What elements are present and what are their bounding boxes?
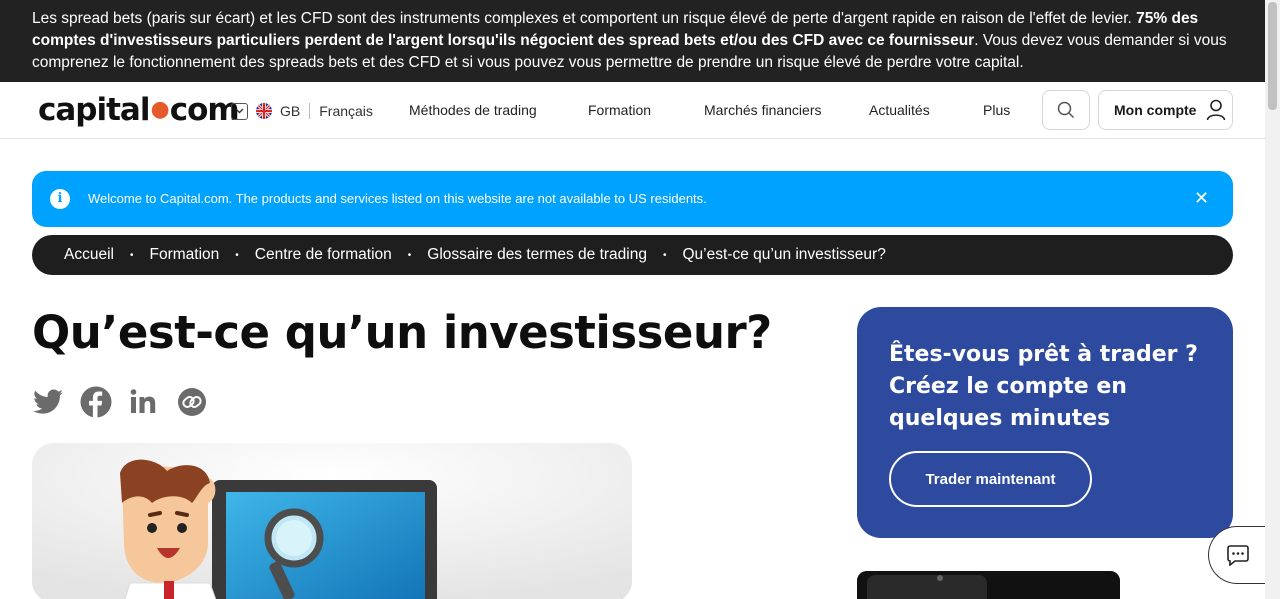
risk-warning-banner: Les spread bets (paris sur écart) et les…: [0, 0, 1265, 82]
nav-more[interactable]: Plus: [983, 102, 1010, 118]
us-residents-notice: i Welcome to Capital.com. The products a…: [32, 171, 1233, 227]
app-promo-card[interactable]: [857, 571, 1120, 599]
breadcrumb-separator: •: [662, 249, 667, 261]
breadcrumb-current: Qu’est-ce qu’un investisseur?: [682, 246, 886, 263]
breadcrumb-glossary[interactable]: Glossaire des termes de trading: [427, 246, 647, 264]
language-label[interactable]: Français: [319, 103, 373, 119]
search-icon: [1057, 101, 1075, 119]
logo[interactable]: capital●com: [38, 92, 240, 128]
account-label: Mon compte: [1114, 102, 1197, 118]
breadcrumb-separator: •: [407, 249, 412, 261]
copy-link-icon[interactable]: [176, 386, 208, 418]
cta-heading: Êtes-vous prêt à trader ? Créez le compt…: [889, 342, 1198, 431]
logo-dot: ●: [150, 97, 169, 122]
signup-cta-card: Êtes-vous prêt à trader ? Créez le compt…: [857, 307, 1233, 538]
breadcrumb: Accueil • Formation • Centre de formatio…: [32, 235, 1233, 275]
nav-markets[interactable]: Marchés financiers: [704, 102, 822, 118]
page-scrollbar[interactable]: [1265, 0, 1280, 599]
my-account-button[interactable]: Mon compte: [1098, 90, 1233, 130]
info-icon: i: [50, 189, 70, 209]
linkedin-icon[interactable]: [128, 386, 160, 418]
logo-text: capital: [38, 92, 150, 128]
article-illustration: [32, 443, 632, 599]
scrollbar-thumb[interactable]: [1268, 2, 1277, 110]
nav-education[interactable]: Formation: [588, 102, 651, 118]
page: Les spread bets (paris sur écart) et les…: [0, 0, 1280, 599]
region-selector[interactable]: GB Français: [231, 101, 373, 121]
region-code: GB: [280, 103, 301, 119]
page-title: Qu’est-ce qu’un investisseur?: [32, 306, 772, 359]
risk-text: Les spread bets (paris sur écart) et les…: [32, 10, 1137, 27]
breadcrumb-education[interactable]: Formation: [149, 246, 219, 264]
close-icon[interactable]: ✕: [1194, 188, 1209, 209]
twitter-icon[interactable]: [32, 386, 64, 418]
notice-message: Welcome to Capital.com. The products and…: [88, 191, 707, 206]
chevron-down-icon[interactable]: [231, 102, 248, 120]
info-glyph: i: [57, 191, 63, 206]
breadcrumb-home[interactable]: Accueil: [64, 246, 114, 264]
chat-widget-button[interactable]: [1208, 526, 1266, 584]
trade-now-button[interactable]: Trader maintenant: [889, 451, 1092, 507]
divider: [309, 103, 311, 119]
breadcrumb-separator: •: [129, 249, 134, 261]
chat-icon: [1226, 545, 1249, 566]
user-icon: [1207, 99, 1226, 121]
breadcrumb-learning-center[interactable]: Centre de formation: [255, 246, 392, 264]
uk-flag-icon: [256, 103, 272, 119]
facebook-icon[interactable]: [80, 386, 112, 418]
nav-news[interactable]: Actualités: [869, 102, 930, 118]
search-button[interactable]: [1042, 90, 1090, 130]
site-header: capital●com GB Français Méthodes de trad…: [0, 82, 1265, 139]
breadcrumb-separator: •: [235, 249, 239, 261]
nav-trading-methods[interactable]: Méthodes de trading: [409, 102, 537, 118]
logo-text-com: com: [169, 92, 240, 128]
